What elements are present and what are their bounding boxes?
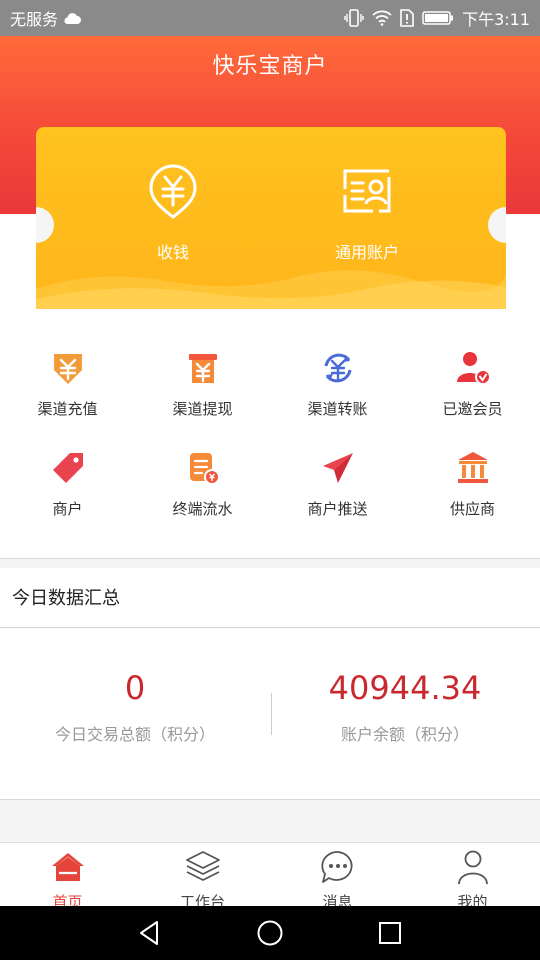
invited-member-icon <box>456 352 491 385</box>
withdraw-icon <box>188 354 217 383</box>
back-icon[interactable] <box>135 918 165 948</box>
tab-mine[interactable]: 我的 <box>405 849 540 912</box>
invited-members-label: 已邀会员 <box>442 400 503 418</box>
tab-workbench[interactable]: 工作台 <box>135 849 270 912</box>
push-icon <box>322 453 353 483</box>
receive-money-button[interactable]: 收钱 <box>108 161 238 263</box>
recents-icon[interactable] <box>375 918 405 948</box>
today-trade-stat: 0 今日交易总额（积分） <box>0 669 270 745</box>
yuan-qr-icon <box>149 164 197 219</box>
grid-divider <box>0 558 540 559</box>
carrier-text: 无服务 <box>10 10 59 29</box>
account-balance-stat: 40944.34 账户余额（积分） <box>270 669 540 745</box>
user-icon <box>457 850 488 885</box>
summary-header: 今日数据汇总 <box>0 568 540 628</box>
channel-withdraw-button[interactable]: 渠道提现 <box>135 350 270 419</box>
layers-icon <box>185 851 220 881</box>
account-card-icon <box>343 169 391 213</box>
bottom-tab-bar: 首页 工作台 消息 我的 <box>0 842 540 911</box>
merchant-push-label: 商户推送 <box>307 500 368 518</box>
terminal-flow-button[interactable]: 终端流水 <box>135 450 270 519</box>
supplier-label: 供应商 <box>449 500 495 518</box>
message-icon <box>320 851 353 883</box>
account-balance-label: 账户余额（积分） <box>340 725 469 744</box>
card-wave-decoration <box>36 270 506 309</box>
transfer-icon <box>324 353 351 383</box>
system-nav-bar <box>0 906 540 960</box>
invited-members-button[interactable]: 已邀会员 <box>405 350 540 419</box>
status-bar: 无服务 下午3:11 <box>0 0 540 36</box>
quick-action-card: 收钱 通用账户 <box>36 127 506 309</box>
cloud-icon <box>64 13 82 24</box>
sim-alert-icon <box>400 9 414 27</box>
recharge-icon <box>53 354 82 384</box>
merchant-tag-icon <box>52 453 83 483</box>
battery-icon <box>422 11 454 25</box>
summary-panel: 0 今日交易总额（积分） 40944.34 账户余额（积分） <box>0 629 540 800</box>
ticket-notch-left <box>36 207 54 243</box>
supplier-button[interactable]: 供应商 <box>405 450 540 519</box>
terminal-flow-label: 终端流水 <box>172 500 233 518</box>
merchant-push-button[interactable]: 商户推送 <box>270 450 405 519</box>
home-icon <box>51 853 84 881</box>
today-trade-label: 今日交易总额（积分） <box>54 725 215 744</box>
merchant-label: 商户 <box>52 500 83 518</box>
channel-withdraw-label: 渠道提现 <box>172 400 233 418</box>
ticket-notch-right <box>488 207 506 243</box>
terminal-flow-icon <box>189 453 220 485</box>
tab-home[interactable]: 首页 <box>0 849 135 912</box>
home-circle-icon[interactable] <box>255 918 285 948</box>
channel-transfer-button[interactable]: 渠道转账 <box>270 350 405 419</box>
general-account-label: 通用账户 <box>334 243 399 262</box>
merchant-button[interactable]: 商户 <box>0 450 135 519</box>
vibrate-icon <box>344 9 364 27</box>
channel-transfer-label: 渠道转账 <box>307 400 368 418</box>
account-balance-value: 40944.34 <box>328 669 482 707</box>
function-grid: 渠道充值 渠道提现 渠道转账 已邀会员 商户 终端流水 商户推送 供应商 <box>0 310 540 558</box>
channel-recharge-button[interactable]: 渠道充值 <box>0 350 135 419</box>
wifi-icon <box>372 10 392 26</box>
receive-money-label: 收钱 <box>156 243 189 262</box>
summary-title: 今日数据汇总 <box>12 588 120 609</box>
tab-messages[interactable]: 消息 <box>270 849 405 912</box>
clock-text: 下午3:11 <box>462 10 530 29</box>
channel-recharge-label: 渠道充值 <box>37 400 98 418</box>
page-title: 快乐宝商户 <box>212 54 328 79</box>
general-account-button[interactable]: 通用账户 <box>302 161 432 263</box>
supplier-icon <box>457 452 488 483</box>
today-trade-value: 0 <box>124 669 146 707</box>
